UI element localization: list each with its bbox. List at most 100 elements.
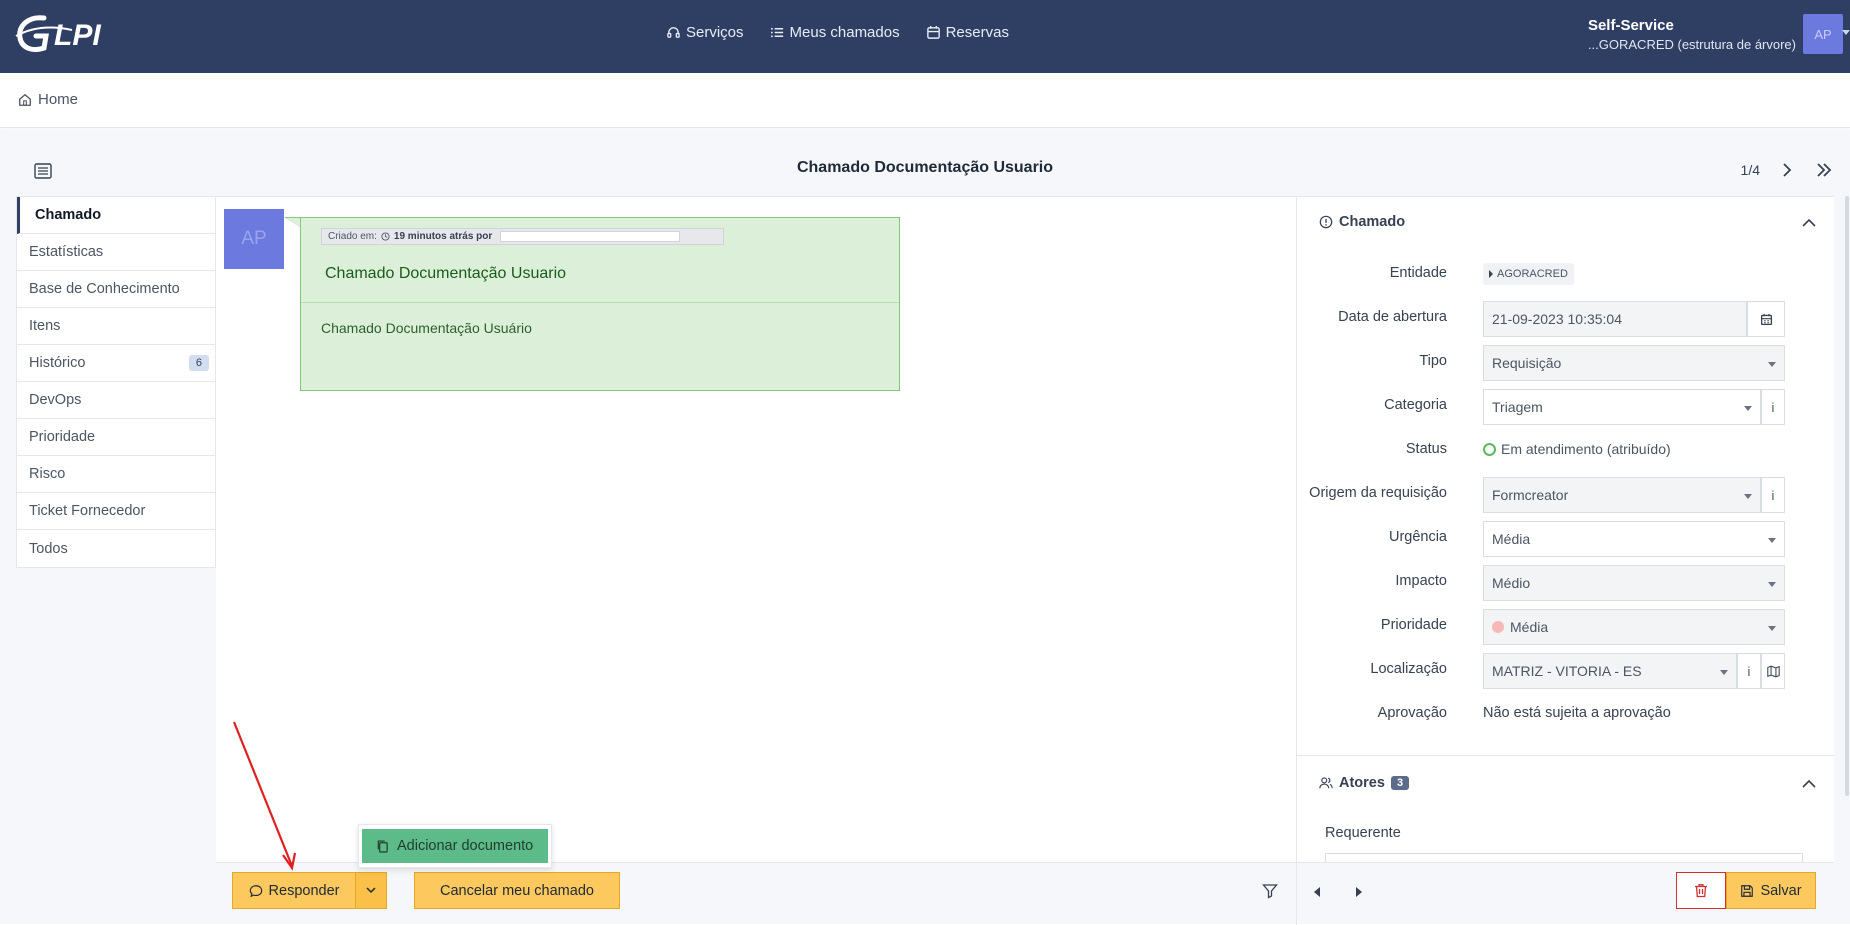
nav-servicos-label: Serviços bbox=[686, 24, 744, 41]
add-document-label: Adicionar documento bbox=[397, 838, 534, 854]
prioridade-select[interactable]: Média bbox=[1483, 609, 1785, 645]
save-button[interactable]: Salvar bbox=[1726, 872, 1816, 909]
user-avatar[interactable]: AP bbox=[1803, 14, 1843, 54]
dropdown-caret-icon bbox=[1768, 582, 1776, 587]
tab-historico[interactable]: Histórico 6 bbox=[17, 345, 215, 382]
dropdown-caret-icon bbox=[1768, 538, 1776, 543]
impacto-select[interactable]: Médio bbox=[1483, 565, 1785, 601]
prioridade-label: Prioridade bbox=[1380, 617, 1447, 633]
tab-prioridade[interactable]: Prioridade bbox=[17, 419, 215, 456]
cancel-ticket-button[interactable]: Cancelar meu chamado bbox=[414, 872, 620, 909]
origem-select[interactable]: Formcreator bbox=[1483, 477, 1761, 513]
created-label: Criado em: bbox=[328, 231, 377, 242]
tab-chamado[interactable]: Chamado bbox=[17, 197, 215, 234]
caret-right-icon bbox=[1489, 270, 1493, 278]
bubble-pointer-fill bbox=[286, 218, 300, 227]
nav-reservas[interactable]: Reservas bbox=[926, 24, 1009, 41]
filter-icon[interactable] bbox=[1262, 883, 1278, 899]
tab-label: Todos bbox=[29, 540, 68, 557]
tab-ticket-fornecedor[interactable]: Ticket Fornecedor bbox=[17, 493, 215, 530]
nav-meus-chamados[interactable]: Meus chamados bbox=[770, 24, 900, 41]
section-atores-header[interactable]: Atores 3 bbox=[1319, 775, 1410, 791]
responder-dropdown-toggle[interactable] bbox=[355, 872, 387, 909]
ticket-description-bubble: Criado em: 19 minutos atrás por Chamado … bbox=[300, 217, 900, 391]
aprovacao-label: Aprovação bbox=[1377, 705, 1447, 721]
breadcrumb-home: Home bbox=[38, 91, 79, 108]
categoria-select[interactable]: Triagem bbox=[1483, 389, 1761, 425]
tab-devops[interactable]: DevOps bbox=[17, 382, 215, 419]
urgencia-select[interactable]: Média bbox=[1483, 521, 1785, 557]
dropdown-caret-icon bbox=[1744, 406, 1752, 411]
origem-info-button[interactable]: i bbox=[1761, 477, 1785, 513]
map-icon bbox=[1766, 665, 1780, 677]
tipo-select[interactable]: Requisição bbox=[1483, 345, 1785, 381]
calendar-icon bbox=[1760, 313, 1772, 325]
user-menu-caret-icon[interactable] bbox=[1842, 30, 1850, 35]
chevron-up-icon[interactable] bbox=[1802, 779, 1816, 789]
message-circle-icon bbox=[249, 884, 262, 897]
dropdown-caret-icon bbox=[1768, 362, 1776, 367]
caret-left-icon[interactable] bbox=[1314, 887, 1320, 897]
calendar-icon bbox=[926, 25, 940, 39]
save-label: Salvar bbox=[1760, 882, 1802, 899]
section-atores-title: Atores bbox=[1339, 775, 1385, 791]
tab-label: Chamado bbox=[35, 207, 102, 223]
responder-label: Responder bbox=[268, 882, 340, 899]
top-nav: Serviços Meus chamados Reservas bbox=[666, 24, 1009, 41]
entity-tag[interactable]: AGORACRED bbox=[1483, 263, 1574, 285]
urgencia-label: Urgência bbox=[1388, 529, 1447, 545]
origem-value: Formcreator bbox=[1492, 487, 1569, 503]
localizacao-select[interactable]: MATRIZ - VITORIA - ES bbox=[1483, 653, 1737, 689]
tab-todos[interactable]: Todos bbox=[17, 530, 215, 567]
save-icon bbox=[1741, 884, 1754, 897]
requerente-label: Requerente bbox=[1325, 825, 1401, 841]
breadcrumb[interactable]: Home bbox=[18, 91, 78, 108]
entity-value: AGORACRED bbox=[1497, 268, 1568, 280]
scrollbar[interactable] bbox=[1844, 196, 1850, 796]
tab-label: Risco bbox=[29, 466, 66, 482]
glpi-logo[interactable]: LPI bbox=[14, 12, 118, 56]
responder-button[interactable]: Responder bbox=[232, 872, 356, 909]
responder-dropdown-menu: Adicionar documento bbox=[358, 824, 552, 868]
tab-label: Itens bbox=[29, 318, 61, 334]
tab-count-badge: 6 bbox=[188, 355, 209, 371]
opening-date-field[interactable]: 21-09-2023 10:35:04 bbox=[1483, 301, 1747, 337]
date-picker-button[interactable] bbox=[1747, 301, 1785, 337]
chevron-right-icon[interactable] bbox=[1780, 162, 1794, 178]
chevrons-right-icon[interactable] bbox=[1816, 162, 1832, 178]
section-chamado-header[interactable]: Chamado bbox=[1319, 214, 1405, 230]
chevron-up-icon[interactable] bbox=[1802, 218, 1816, 228]
tipo-value: Requisição bbox=[1492, 355, 1562, 371]
creation-meta: Criado em: 19 minutos atrás por bbox=[321, 228, 724, 245]
top-navbar: LPI Serviços Meus chamados Reservas Self… bbox=[0, 0, 1850, 73]
tab-risco[interactable]: Risco bbox=[17, 456, 215, 493]
impacto-value: Médio bbox=[1492, 575, 1531, 591]
aprovacao-value: Não está sujeita a aprovação bbox=[1483, 705, 1671, 721]
tab-label: DevOps bbox=[29, 392, 82, 408]
status-display: Em atendimento (atribuído) bbox=[1483, 441, 1671, 457]
tab-itens[interactable]: Itens bbox=[17, 308, 215, 345]
users-icon bbox=[1319, 777, 1333, 789]
tab-label: Base de Conhecimento bbox=[29, 281, 180, 297]
categoria-info-button[interactable]: i bbox=[1761, 389, 1785, 425]
nav-servicos[interactable]: Serviços bbox=[666, 24, 744, 41]
profile-entity: ...GORACRED (estrutura de árvore) bbox=[1587, 37, 1796, 52]
svg-text:LPI: LPI bbox=[54, 19, 101, 52]
caret-right-icon[interactable] bbox=[1356, 887, 1362, 897]
delete-button[interactable] bbox=[1676, 872, 1726, 909]
map-button[interactable] bbox=[1761, 653, 1785, 689]
requerente-field[interactable] bbox=[1325, 853, 1803, 862]
created-when: 19 minutos atrás por bbox=[393, 231, 493, 242]
tab-estatisticas[interactable]: Estatísticas bbox=[17, 234, 215, 271]
copy-icon bbox=[377, 840, 388, 853]
entidade-label: Entidade bbox=[1389, 265, 1447, 281]
section-chamado-title: Chamado bbox=[1339, 214, 1406, 230]
tab-base-de-conhecimento[interactable]: Base de Conhecimento bbox=[17, 271, 215, 308]
add-document-menu-item[interactable]: Adicionar documento bbox=[362, 829, 548, 863]
requester-avatar: AP bbox=[224, 209, 284, 269]
localizacao-info-button[interactable]: i bbox=[1737, 653, 1761, 689]
profile-info[interactable]: Self-Service ...GORACRED (estrutura de á… bbox=[1588, 17, 1796, 52]
tab-label: Estatísticas bbox=[29, 244, 104, 260]
dropdown-caret-icon bbox=[1720, 670, 1728, 675]
tipo-label: Tipo bbox=[1419, 353, 1447, 369]
